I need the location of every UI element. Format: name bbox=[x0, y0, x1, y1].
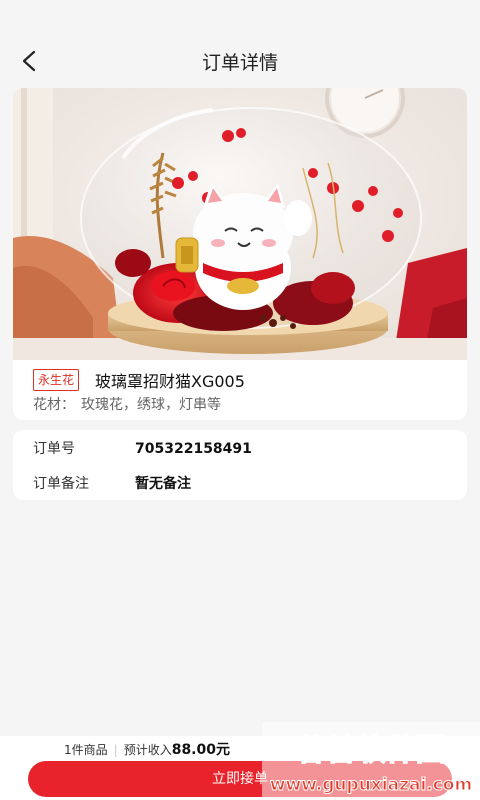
header-bar: 订单详情 bbox=[0, 0, 480, 95]
product-name: 玻璃罩招财猫XG005 bbox=[95, 372, 245, 391]
income-label: 预计收入 bbox=[123, 743, 172, 757]
order-number-label: 订单号 bbox=[33, 441, 75, 457]
item-count: 1件商品 bbox=[64, 743, 108, 757]
material-info: 花材： 玫瑰花，绣球，灯串等 bbox=[33, 394, 221, 414]
category-tag: 永生花 bbox=[33, 369, 80, 391]
order-info-card: 订单号 705322158491 订单备注 暂无备注 bbox=[13, 430, 467, 500]
summary-divider: | bbox=[113, 743, 118, 757]
material-label: 花材： bbox=[33, 397, 75, 413]
product-photo bbox=[13, 88, 467, 360]
order-number-row: 订单号 705322158491 bbox=[33, 437, 447, 461]
income-amount: 88.00元 bbox=[171, 742, 230, 758]
site-watermark: 谷普软件园 www.gupuxiazai.com bbox=[262, 722, 480, 800]
page-title: 订单详情 bbox=[201, 52, 278, 74]
order-number-value: 705322158491 bbox=[135, 441, 252, 457]
product-card[interactable]: 永生花 玻璃罩招财猫XG005 花材： 玫瑰花，绣球，灯串等 bbox=[13, 88, 467, 420]
order-remark-label: 订单备注 bbox=[33, 476, 89, 492]
watermark-url: www.gupuxiazai.com bbox=[270, 775, 472, 795]
order-remark-row: 订单备注 暂无备注 bbox=[33, 472, 447, 496]
material-value: 玫瑰花，绣球，灯串等 bbox=[81, 397, 221, 413]
order-summary: 1件商品 | 预计收入88.00元 bbox=[64, 741, 230, 759]
watermark-title: 谷普软件园 bbox=[296, 733, 446, 768]
order-remark-value: 暂无备注 bbox=[135, 476, 191, 492]
